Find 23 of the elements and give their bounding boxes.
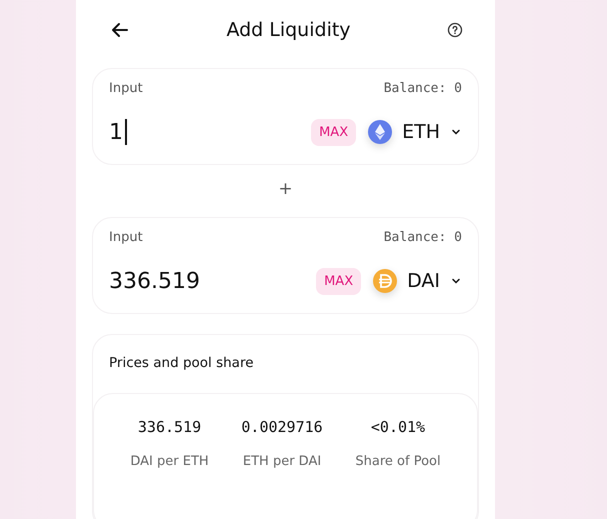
back-arrow-icon[interactable] bbox=[110, 20, 130, 40]
plus-sign: + bbox=[277, 179, 294, 201]
stat-label: ETH per DAI bbox=[242, 454, 322, 469]
token-icon bbox=[368, 120, 392, 144]
section-title: Prices and pool share bbox=[108, 355, 254, 371]
token-selector[interactable]: DAI bbox=[373, 269, 462, 293]
input-label: Input bbox=[109, 230, 143, 245]
input-label: Input bbox=[109, 81, 143, 96]
balance-text: Balance: 0 bbox=[384, 81, 462, 96]
stat-label: Share of Pool bbox=[355, 454, 441, 469]
token-selector[interactable]: ETH bbox=[368, 120, 462, 144]
stat-label: DAI per ETH bbox=[130, 454, 209, 469]
amount-field[interactable]: 1 bbox=[109, 119, 312, 145]
max-button[interactable]: MAX bbox=[316, 268, 362, 294]
amount-field[interactable]: 336.519 bbox=[109, 268, 316, 294]
stat-value: 0.0029716 bbox=[241, 418, 323, 436]
max-button[interactable]: MAX bbox=[311, 118, 356, 146]
balance-text: Balance: 0 bbox=[384, 230, 462, 245]
token-icon bbox=[373, 269, 398, 293]
page-title: Add Liquidity bbox=[226, 19, 351, 41]
help-icon[interactable] bbox=[446, 22, 463, 38]
stat-value: <0.01% bbox=[370, 418, 426, 436]
stat-value: 336.519 bbox=[138, 418, 202, 436]
